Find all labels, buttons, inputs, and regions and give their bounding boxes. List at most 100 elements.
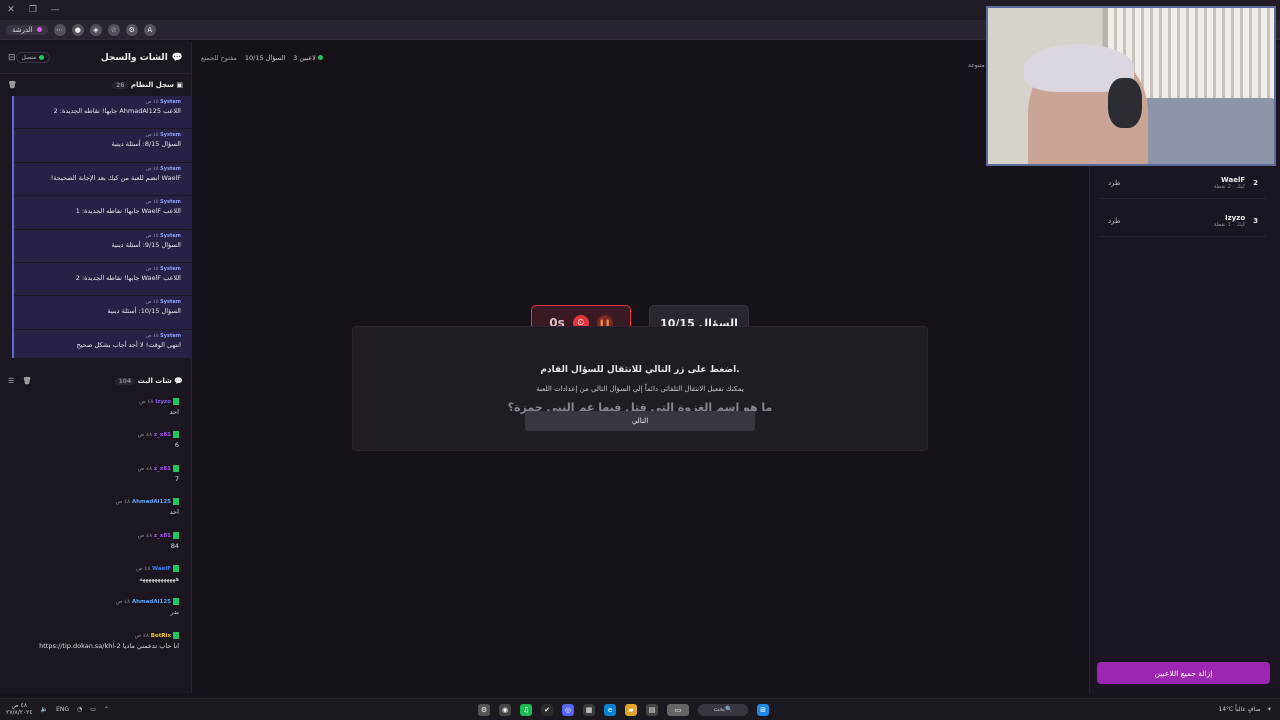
taskbar-tray: ٤٨ ص ٢٧/٨/٢٠٢٤ 🔈 ENG ◔ ▭ ⌃ xyxy=(6,702,109,716)
spotify-icon[interactable]: ♫ xyxy=(520,703,532,716)
kick-icon xyxy=(173,498,179,506)
kick-button[interactable]: طرد xyxy=(1108,179,1121,187)
live-dot-icon xyxy=(317,55,323,60)
chat-message: ٤٨ ص BotRix https://tip.dokan.sa/khl-2 ان… xyxy=(39,631,179,650)
sidebar-title: الشات والسجل 💬 xyxy=(101,53,183,63)
windows-start-icon[interactable]: ⊞ xyxy=(757,703,769,716)
chat-message: ٤٨ ص Izyzo احد xyxy=(139,398,179,416)
log-text: اللاعب WaelF جابها! نقاطه الجديدة: 2 xyxy=(75,273,181,282)
bot-chat-header: ☰ 🗑 104 شات البث 💬 xyxy=(0,370,191,392)
store-icon[interactable]: ▤ xyxy=(646,703,658,716)
online-dot-icon xyxy=(39,55,45,60)
open-to-all-label: مفتوح للجميع xyxy=(201,54,237,62)
player-rank: 3 xyxy=(1253,216,1258,225)
extensions-icon[interactable]: ⚙ xyxy=(125,23,138,36)
minimize-icon[interactable]: — xyxy=(44,5,66,15)
log-text: السؤال 10/15: أسئلة دينية xyxy=(107,307,181,316)
kick-icon xyxy=(173,598,179,606)
log-item: ٤٥ ص System اللاعب WaelF جابها! نقاطه الج… xyxy=(14,196,191,230)
player-row: طرد Izyzo كيك · 1 نقطة 3 xyxy=(1100,205,1266,237)
log-text: WaelF انضم للعبة من كيك بعد الإجابة الصح… xyxy=(50,173,181,182)
battery-icon[interactable]: ▭ xyxy=(90,706,96,713)
kick-icon xyxy=(173,398,179,405)
calendar-icon[interactable]: ▦ xyxy=(583,703,595,716)
collapse-sidebar-icon[interactable]: ⊟ xyxy=(8,53,16,63)
chat-bubble-icon: 💬 xyxy=(174,377,183,385)
log-text: اللاعب WaelF جابها! نقاطه الجديدة: 1 xyxy=(75,207,181,216)
language-indicator[interactable]: ENG xyxy=(56,706,69,713)
log-text: اللاعب AhmadAl125 جابها! نقاطه الجديدة: … xyxy=(53,107,181,115)
chat-message: ٤٨ ص z_x81 84 xyxy=(137,531,179,550)
player-row: طرد WaelF كيك · 2 نقطة 2 xyxy=(1100,167,1266,199)
remove-all-players-button[interactable]: إزالة جميع اللاعبين xyxy=(1097,662,1270,684)
sidebar-title-text: الشات والسجل xyxy=(100,52,168,63)
log-item: ٤٥ ص System السؤال 10/15: أسئلة دينية xyxy=(14,296,191,330)
question-progress-label: السؤال 10/15 xyxy=(244,54,286,62)
chat-message: ٤٨ ص z_x81 7 xyxy=(137,464,179,483)
kick-icon xyxy=(173,564,179,572)
discord-icon[interactable]: ◎ xyxy=(562,703,574,716)
kick-icon xyxy=(173,464,179,472)
app-icon[interactable]: ✔ xyxy=(541,703,553,716)
app-thumbnail-icon[interactable]: ▭ xyxy=(667,703,689,716)
kick-icon xyxy=(173,531,179,539)
next-question-overlay: اضغط على زر التالي للانتقال للسؤال القاد… xyxy=(352,326,928,451)
read-aloud-icon[interactable]: A xyxy=(143,23,156,36)
wifi-icon[interactable]: ◔ xyxy=(77,706,82,713)
system-log-header: 🗑 26 سجل النظام ▣ xyxy=(0,74,191,96)
profile-label: الدرشة xyxy=(12,25,33,34)
player-meta: كيك · 2 نقطة xyxy=(1213,183,1246,190)
volume-icon[interactable]: 🔈 xyxy=(41,706,48,713)
player-name: WaelF xyxy=(1221,175,1246,184)
windows-taskbar: ٤٨ ص ٢٧/٨/٢٠٢٤ 🔈 ENG ◔ ▭ ⌃ ⚙ ◉ ♫ ✔ ◎ ▦ e … xyxy=(0,698,1280,720)
profile-button[interactable]: الدرشة xyxy=(6,24,48,35)
favorites-icon[interactable]: ☆ xyxy=(107,23,120,36)
log-item: ٤٥ ص System اللاعب WaelF جابها! نقاطه الج… xyxy=(14,262,191,297)
category-label: متنوعة xyxy=(968,62,985,69)
close-icon[interactable]: ✕ xyxy=(0,5,22,15)
chrome-icon[interactable]: ◉ xyxy=(499,703,511,716)
player-meta: كيك · 1 نقطة xyxy=(1213,221,1246,228)
connection-status-text: متصل xyxy=(21,54,37,61)
weather-text: 14°C صافٍ غالباً xyxy=(1218,706,1261,713)
log-item: ٤٥ ص System السؤال 8/15: أسئلة دينية xyxy=(14,129,191,163)
bot-chat-count: 104 xyxy=(114,378,136,385)
account-icon[interactable]: ● xyxy=(71,23,84,36)
chat-message: ٤٨ ص z_x81 6 xyxy=(137,431,179,450)
system-log-count: 26 xyxy=(112,82,129,89)
log-item: ٤٥ ص System السؤال 9/15: أسئلة دينية xyxy=(14,229,191,263)
clear-log-trash-icon[interactable]: 🗑 xyxy=(8,81,17,89)
system-log-list: ٤٥ ص System اللاعب AhmadAl125 جابها! نقاط… xyxy=(12,96,191,358)
overlay-instruction: اضغط على زر التالي للانتقال للسؤال القاد… xyxy=(540,365,740,375)
system-log-title: سجل النظام xyxy=(130,81,174,89)
log-text: السؤال 9/15: أسئلة دينية xyxy=(111,240,181,249)
chat-message: ٤٨ ص WaelF ههههههههههههه xyxy=(135,564,179,583)
log-item: ٤٥ ص System اللاعب AhmadAl125 جابها! نقاط… xyxy=(14,96,191,130)
kick-icon xyxy=(173,631,179,639)
chat-icon: 💬 xyxy=(171,52,183,63)
profile-avatar-icon xyxy=(36,27,42,32)
weather-icon: ☀ xyxy=(1266,706,1272,713)
taskbar-apps: ⚙ ◉ ♫ ✔ ◎ ▦ e ▰ ▤ ▭ بحث 🔍 ⊞ xyxy=(478,703,769,716)
player-rank: 2 xyxy=(1253,178,1258,187)
log-icon: ▣ xyxy=(176,81,183,89)
clear-chat-trash-icon[interactable]: 🗑 xyxy=(23,377,32,385)
kick-icon xyxy=(173,431,179,439)
file-explorer-icon[interactable]: ▰ xyxy=(625,703,637,716)
player-name: Izyzo xyxy=(1225,213,1246,222)
players-count-label: 3 لاعبين xyxy=(293,54,323,62)
sidebar-header: ⊟ متصل الشات والسجل 💬 xyxy=(0,42,191,74)
tray-expand-icon[interactable]: ⌃ xyxy=(104,706,109,713)
edge-icon[interactable]: e xyxy=(604,703,616,716)
next-button[interactable]: التالي xyxy=(525,411,755,431)
taskbar-search[interactable]: بحث 🔍 xyxy=(698,703,748,716)
weather-widget[interactable]: 14°C صافٍ غالباً ☀ xyxy=(1218,706,1272,713)
filter-icon[interactable]: ☰ xyxy=(8,377,14,385)
copilot-icon[interactable]: ◈ xyxy=(89,23,102,36)
restore-icon[interactable]: ❐ xyxy=(22,5,44,15)
settings-icon[interactable]: ⚙ xyxy=(478,703,490,716)
kick-button[interactable]: طرد xyxy=(1108,217,1121,225)
chat-log-sidebar: ⊟ متصل الشات والسجل 💬 🗑 26 سجل النظام ▣ … xyxy=(0,42,192,693)
more-icon[interactable]: ⋯ xyxy=(53,23,66,36)
bot-chat-title: شات البث xyxy=(137,377,172,385)
